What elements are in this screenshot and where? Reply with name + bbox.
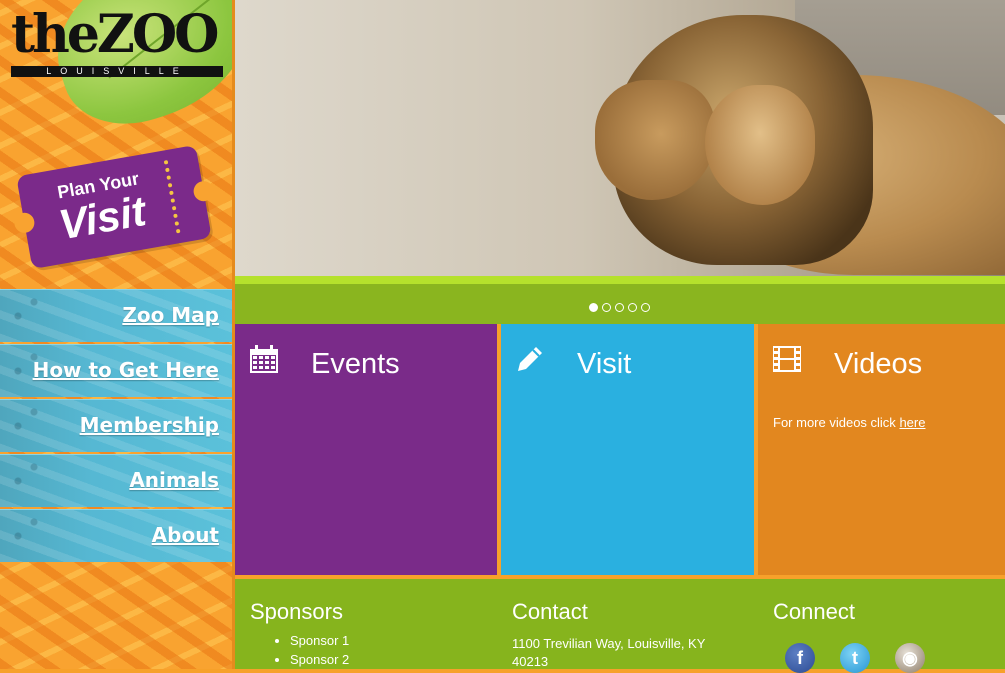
nav-label: How to Get Here	[32, 358, 219, 382]
nav-item-animals[interactable]: Animals	[0, 454, 232, 507]
connect-section: Connect	[773, 597, 855, 627]
lioness-head	[705, 85, 815, 205]
logo-sub: LOUISVILLE	[11, 66, 223, 77]
sidebar: theZOO LOUISVILLE Plan Your Visit Zoo Ma…	[0, 0, 234, 669]
connect-title: Connect	[773, 599, 855, 624]
contact-section: Contact 1100 Trevilian Way, Louisville, …	[512, 597, 742, 671]
videos-more-text: For more videos click here	[773, 415, 925, 430]
visit-title: Visit	[577, 348, 632, 380]
contact-address: 1100 Trevilian Way, Louisville, KY 40213	[512, 636, 706, 669]
events-title: Events	[311, 348, 400, 380]
nav-item-how-to-get-here[interactable]: How to Get Here	[0, 344, 232, 397]
videos-more-label: For more videos click	[773, 415, 896, 430]
contact-title: Contact	[512, 599, 588, 624]
calendar-icon	[250, 345, 278, 373]
logo-main: theZOO	[11, 4, 219, 65]
nav-label: Animals	[129, 468, 219, 492]
slider-dots	[589, 303, 650, 312]
videos-title: Videos	[834, 348, 923, 380]
videos-tile[interactable]: Videos For more videos click here	[758, 324, 1005, 575]
slider-bar	[235, 276, 1005, 324]
nav-item-about[interactable]: About	[0, 509, 232, 562]
nav-item-zoo-map[interactable]: Zoo Map	[0, 289, 232, 342]
sponsor-list: Sponsor 1 Sponsor 2	[250, 631, 349, 669]
nav-item-membership[interactable]: Membership	[0, 399, 232, 452]
visit-tile[interactable]: Visit	[501, 324, 754, 575]
nav-label: Membership	[79, 413, 219, 437]
pencil-icon	[518, 347, 542, 371]
sponsors-title: Sponsors	[250, 599, 343, 624]
nav-label: About	[151, 523, 219, 547]
hero-slide-image	[235, 0, 1005, 276]
nav-label: Zoo Map	[122, 303, 219, 327]
main-nav: Zoo Map How to Get Here Membership Anima…	[0, 289, 232, 564]
videos-here-link[interactable]: here	[899, 415, 925, 430]
footer: Sponsors Sponsor 1 Sponsor 2 Contact 110…	[235, 579, 1005, 673]
zoo-logo[interactable]: theZOO LOUISVILLE	[11, 6, 224, 77]
plan-visit-button[interactable]: Plan Your Visit	[16, 144, 212, 270]
slider-dot-2[interactable]	[602, 303, 611, 312]
slider-dot-3[interactable]	[615, 303, 624, 312]
slider-dot-1[interactable]	[589, 303, 598, 312]
sponsor-item[interactable]: Sponsor 2	[290, 650, 349, 669]
sponsor-item[interactable]: Sponsor 1	[290, 631, 349, 650]
slider-dot-4[interactable]	[628, 303, 637, 312]
events-tile[interactable]: Events	[235, 324, 497, 575]
sponsors-section: Sponsors Sponsor 1 Sponsor 2	[250, 597, 349, 669]
ticket-perforation	[163, 159, 181, 234]
slider-dot-5[interactable]	[641, 303, 650, 312]
film-icon	[773, 346, 801, 372]
